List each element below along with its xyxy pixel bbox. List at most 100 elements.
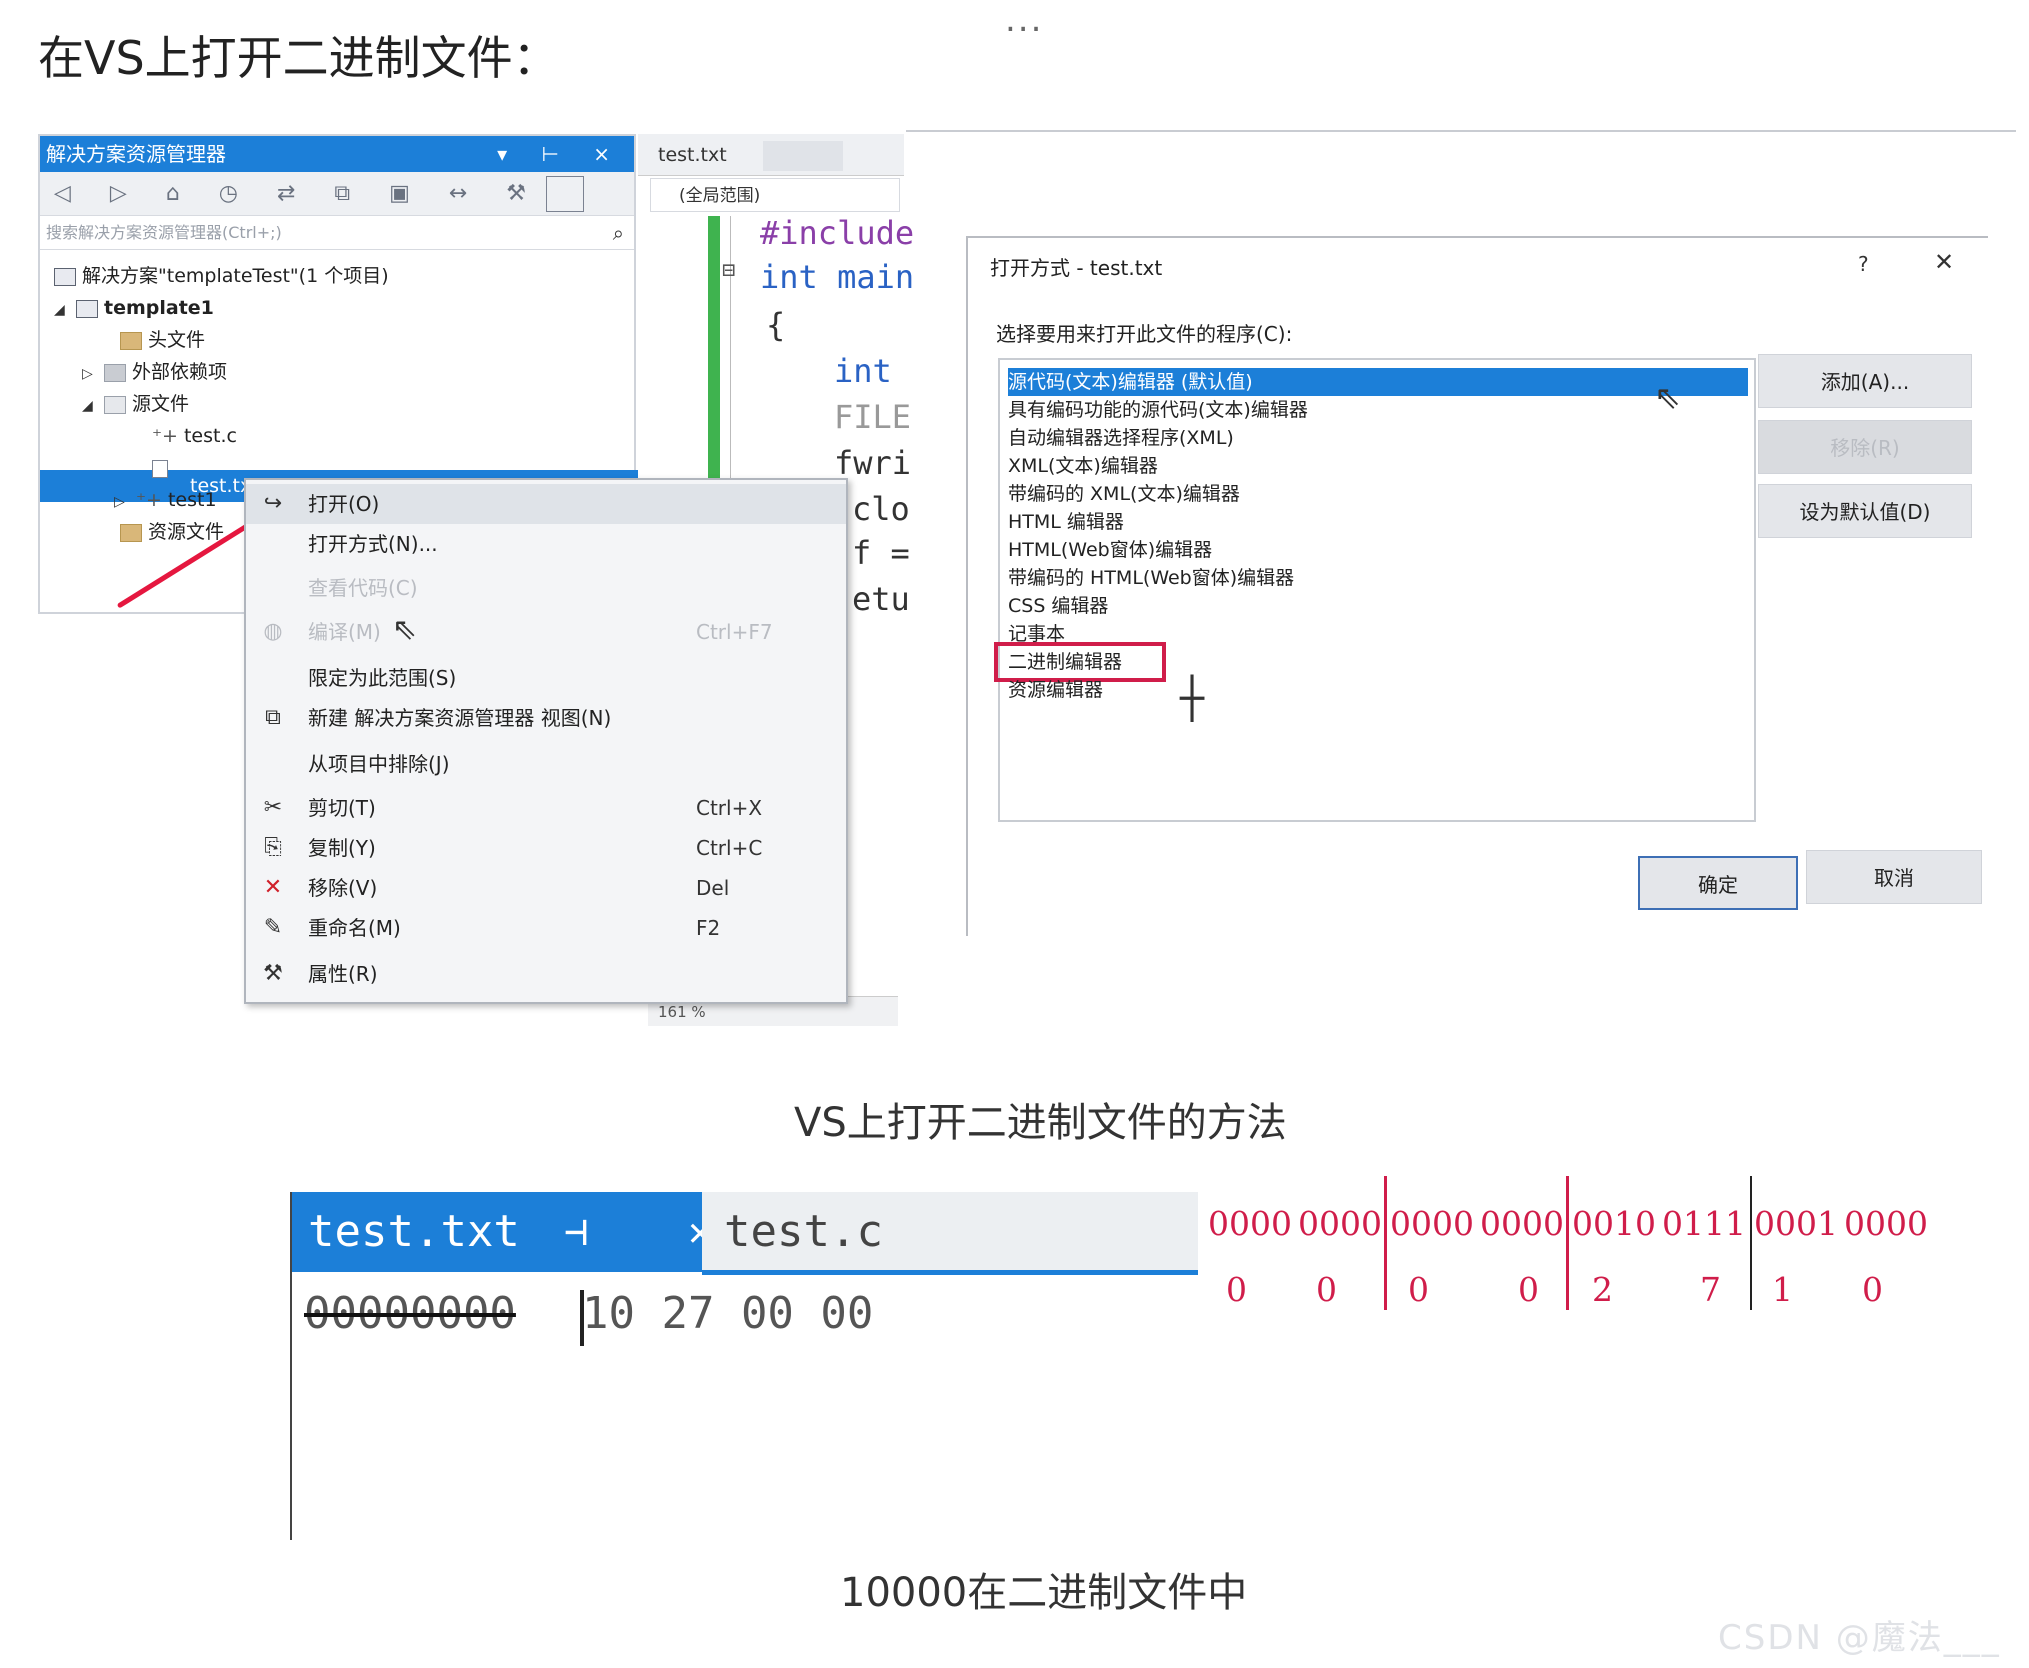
panel-controls[interactable]: ▾ ⊢ × [497,136,624,172]
list-item[interactable]: 源代码(文本)编辑器 (默认值) [1008,368,1748,396]
divider-line [906,130,2016,132]
help-button[interactable]: ? [1858,252,1869,276]
open-with-dialog: 打开方式 - test.txt ? ✕ 选择要用来打开此文件的程序(C): 源代… [966,236,1988,936]
code-line-5: FILE [834,398,912,436]
menu-item-open[interactable]: ↪ 打开(O) [246,484,846,524]
code-line-2: int main [760,258,915,296]
hex-digit: 7 [1700,1270,1721,1309]
search-input[interactable]: 搜索解决方案资源管理器(Ctrl+;) [46,223,282,242]
nibble: 0111 [1662,1204,1746,1243]
code-line-8: f = [852,534,910,572]
cut-icon: ✂ [263,795,283,820]
solution-icon [54,267,76,286]
list-item[interactable]: 带编码的 HTML(Web窗体)编辑器 [1008,564,1748,592]
tree-item-test1[interactable]: ▷ ⁺+ test1 [114,484,217,516]
hex-digit: 0 [1408,1270,1429,1309]
add-button[interactable]: 添加(A)... [1758,354,1972,408]
hex-digit: 0 [1226,1270,1247,1309]
code-line-6: fwri [834,444,912,482]
tab-test-txt[interactable]: test.txt ⊣ ✕ [292,1192,712,1272]
hex-digit: 0 [1518,1270,1539,1309]
tree-item-source-files[interactable]: ◢ 源文件 [82,388,189,420]
menu-item-view-code[interactable]: 查看代码(C) [246,568,846,608]
tab-test-c[interactable]: test.c [702,1192,1198,1272]
byte-separator [1750,1176,1752,1310]
list-item[interactable]: HTML(Web窗体)编辑器 [1008,536,1748,564]
copy-icon: ⎘ [264,835,282,860]
editor-tab-other[interactable] [762,140,843,171]
editor-tab-bar: test.txt [638,134,904,176]
cancel-button[interactable]: 取消 [1806,850,1982,904]
dialog-title: 打开方式 - test.txt [990,256,1163,280]
tree-item-project[interactable]: ◢ template1 [54,292,214,324]
hex-digit: 0 [1316,1270,1337,1309]
menu-item-scope-to-this[interactable]: 限定为此范围(S) [246,658,846,698]
menu-item-new-explorer-view[interactable]: ⧉ 新建 解决方案资源管理器 视图(N) [246,698,846,738]
toolbar-icons[interactable]: ◁ ▷ ⌂ ◷ ⇄ ⧉ ▣ ↔ ⚒ [54,181,542,206]
folder-icon [104,395,126,414]
ok-button[interactable]: 确定 [1638,856,1798,910]
list-item[interactable]: XML(文本)编辑器 [1008,452,1748,480]
tree-item-external-deps[interactable]: ▷ 外部依赖项 [82,356,227,388]
dialog-prompt: 选择要用来打开此文件的程序(C): [996,322,1293,346]
list-item[interactable]: 资源编辑器 [1008,676,1748,704]
cpp-file-icon: ⁺+ [152,425,178,447]
hex-bytes[interactable]: 10 27 00 00 [582,1288,873,1339]
menu-item-cut[interactable]: ✂ 剪切(T) Ctrl+X [246,788,846,828]
list-item[interactable]: 记事本 [1008,620,1748,648]
menu-item-open-with[interactable]: 打开方式(N)... [246,524,846,564]
caption-method: VS上打开二进制文件的方法 [794,1100,1287,1146]
project-icon [76,299,98,318]
scope-dropdown[interactable]: (全局范围) [650,178,900,212]
menu-item-rename[interactable]: ✎ 重命名(M) F2 [246,908,846,948]
more-dots: ... [1005,0,1044,40]
folder-icon [104,363,126,382]
close-icon[interactable]: ✕ [1934,248,1954,276]
list-item[interactable]: 带编码的 XML(文本)编辑器 [1008,480,1748,508]
remove-icon: ✕ [263,875,283,900]
tab-underline [702,1270,1198,1275]
remove-button[interactable]: 移除(R) [1758,420,1972,474]
byte-separator [1566,1176,1569,1310]
hex-digit: 2 [1592,1270,1613,1309]
new-view-icon: ⧉ [265,705,281,730]
collapse-toggle-icon[interactable]: ⊟ [722,258,735,283]
solution-explorer-toolbar: ◁ ▷ ⌂ ◷ ⇄ ⧉ ▣ ↔ ⚒ [40,172,634,216]
tree-item-test-txt[interactable] [152,452,174,484]
solution-explorer-title: 解决方案资源管理器 [46,142,226,166]
byte-separator [1384,1176,1387,1310]
set-default-button[interactable]: 设为默认值(D) [1758,484,1972,538]
crosshair-cursor-icon: ┼ [1180,676,1205,722]
menu-item-properties[interactable]: ⚒ 属性(R) [246,954,846,994]
list-item[interactable]: CSS 编辑器 [1008,592,1748,620]
hex-digit: 1 [1772,1270,1793,1309]
tree-item-header-files[interactable]: 头文件 [120,324,205,356]
folder-icon [120,523,142,542]
search-icon[interactable]: ⌕ [613,216,624,250]
list-item-binary-editor[interactable]: 二进制编辑器 [994,642,1166,682]
tree-item-test-c[interactable]: ⁺+ test.c [152,420,237,452]
nibble: 0000 [1390,1204,1474,1243]
context-menu: ↪ 打开(O) 打开方式(N)... 查看代码(C) ◍ 编译(M) Ctrl+F7 … [244,478,848,1004]
menu-item-exclude-from-project[interactable]: 从项目中排除(J) [246,744,846,784]
tree-item-resource-files[interactable]: 资源文件 [120,516,224,548]
expand-arrow-icon[interactable]: ◢ [54,294,76,326]
collapse-arrow-icon[interactable]: ▷ [114,486,136,518]
watermark: CSDN @魔法___王哥 [1718,1618,2001,1668]
expand-arrow-icon[interactable]: ◢ [82,390,104,422]
tree-item-solution[interactable]: 解决方案"templateTest"(1 个项目) [54,260,389,292]
pin-toggle-button[interactable] [546,176,585,212]
collapse-arrow-icon[interactable]: ▷ [82,358,104,390]
program-list[interactable]: 源代码(文本)编辑器 (默认值) 具有编码功能的源代码(文本)编辑器 自动编辑器… [994,358,1756,822]
text-file-icon [152,459,168,478]
menu-item-remove[interactable]: ✕ 移除(V) Del [246,868,846,908]
code-line-4: int [834,352,892,390]
menu-item-copy[interactable]: ⎘ 复制(Y) Ctrl+C [246,828,846,868]
list-item[interactable]: HTML 编辑器 [1008,508,1748,536]
list-item[interactable]: 具有编码功能的源代码(文本)编辑器 [1008,396,1748,424]
editor-tab-test-txt[interactable]: test.txt [658,144,727,166]
list-item[interactable]: 自动编辑器选择程序(XML) [1008,424,1748,452]
bit-annotation: 0000 0000 0000 0000 0010 0111 0001 0000 … [1206,1176,1928,1316]
menu-item-compile[interactable]: ◍ 编译(M) Ctrl+F7 [246,612,846,652]
solution-explorer-search[interactable]: 搜索解决方案资源管理器(Ctrl+;) ⌕ [40,216,634,250]
